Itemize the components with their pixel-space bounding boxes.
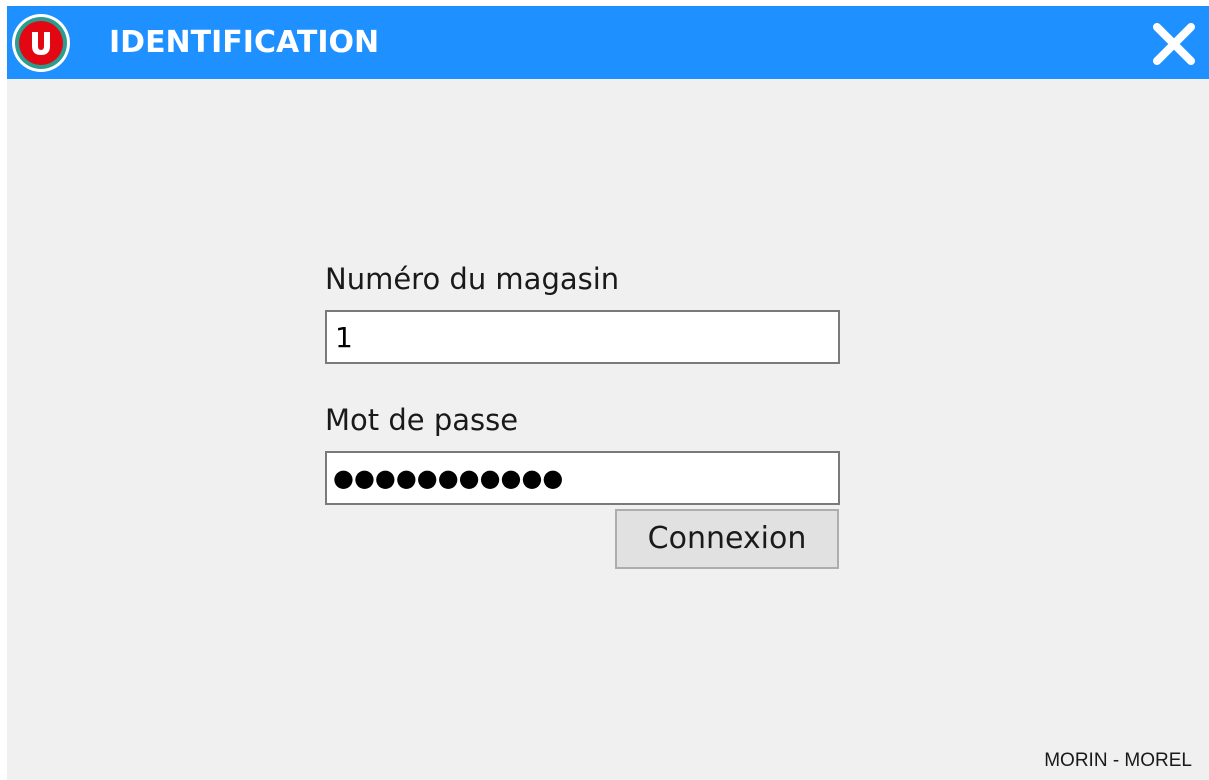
store-number-label: Numéro du magasin xyxy=(325,262,620,296)
password-label: Mot de passe xyxy=(325,403,519,437)
logo-u-mark xyxy=(32,32,50,55)
footer-credits: MORIN - MOREL xyxy=(1044,750,1192,771)
store-number-input[interactable] xyxy=(325,310,840,364)
login-form: Numéro du magasin Mot de passe ●●●●●●●●●… xyxy=(325,261,840,569)
logo-ring xyxy=(15,17,67,69)
close-icon xyxy=(1153,23,1195,65)
login-window: IDENTIFICATION Numéro du magasin Mot de … xyxy=(7,6,1209,780)
connect-button[interactable]: Connexion xyxy=(615,509,839,569)
window-title: IDENTIFICATION xyxy=(109,25,380,60)
close-button[interactable] xyxy=(1150,20,1198,68)
password-input[interactable]: ●●●●●●●●●●● xyxy=(325,451,840,505)
title-bar: IDENTIFICATION xyxy=(7,6,1209,79)
logo-disc xyxy=(19,21,63,65)
brand-logo xyxy=(12,14,70,72)
